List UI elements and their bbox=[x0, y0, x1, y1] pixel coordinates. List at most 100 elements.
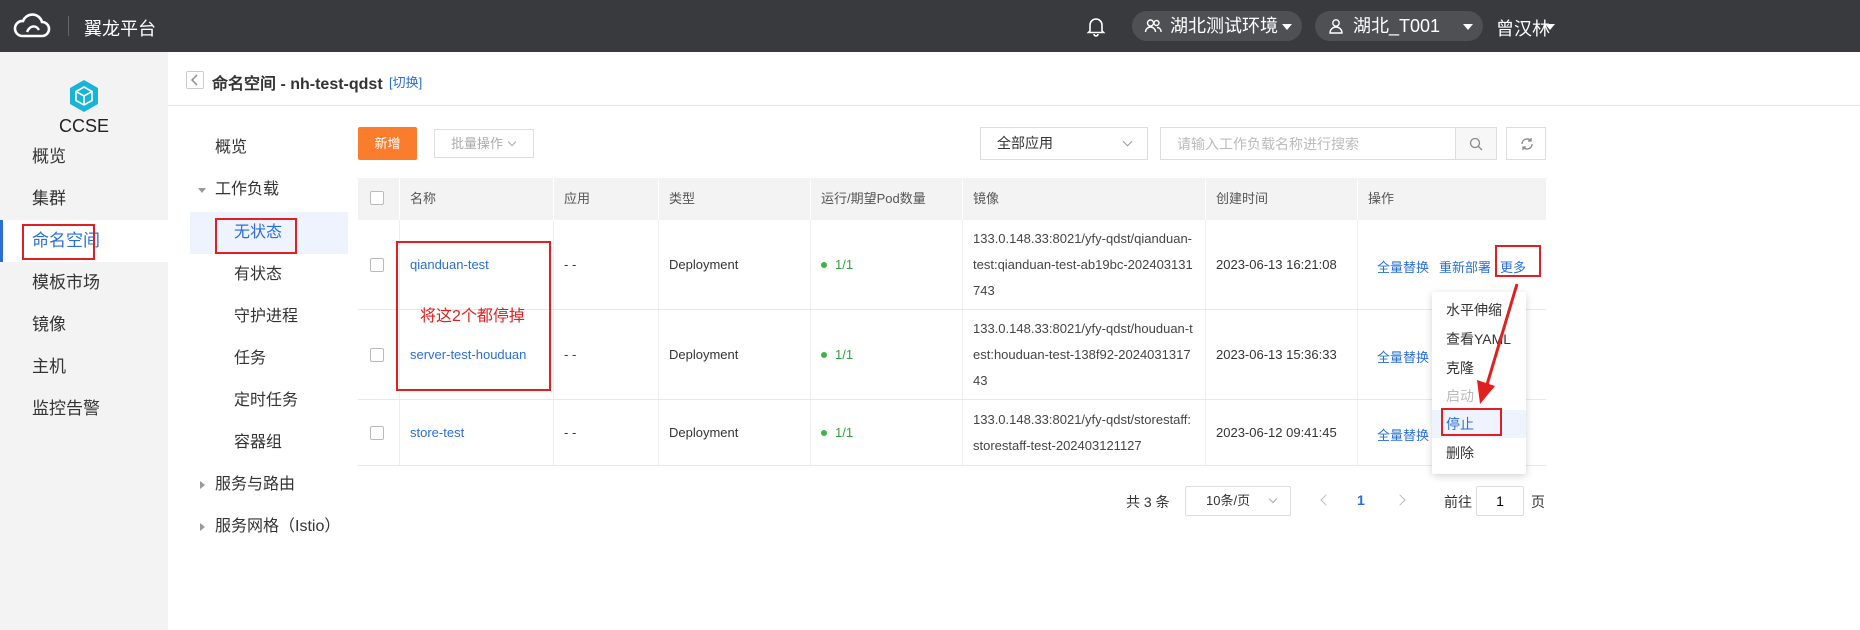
environment-label: 湖北测试环境 bbox=[1170, 16, 1278, 36]
workload-name-link[interactable]: server-test-houduan bbox=[410, 347, 526, 362]
replace-all-link[interactable]: 全量替换 bbox=[1377, 257, 1429, 276]
name-cell: qianduan-test bbox=[400, 220, 554, 309]
cloud-logo-icon bbox=[13, 13, 51, 38]
annotation-text: 将这2个都停掉 bbox=[420, 308, 525, 325]
pods-cell: 1/1 bbox=[811, 400, 963, 465]
user-caret-down-icon[interactable] bbox=[1545, 24, 1555, 30]
row-checkbox[interactable] bbox=[370, 348, 384, 362]
app-filter-value: 全部应用 bbox=[997, 135, 1053, 151]
chevron-down-icon bbox=[1268, 494, 1278, 504]
search-button[interactable] bbox=[1455, 127, 1497, 160]
subnav-service-mesh[interactable]: 服务网格（Istio） bbox=[190, 506, 348, 548]
type-cell: Deployment bbox=[659, 310, 811, 399]
sidebar-item-overview[interactable]: 概览 bbox=[0, 136, 168, 178]
search-input[interactable] bbox=[1160, 127, 1455, 160]
subnav-workload-group[interactable]: 工作负载 bbox=[190, 169, 348, 211]
created-cell: 2023-06-12 09:41:45 bbox=[1206, 400, 1358, 465]
app-cell: - - bbox=[554, 400, 659, 465]
subnav-overview[interactable]: 概览 bbox=[190, 127, 348, 169]
page-size-select[interactable]: 10条/页 bbox=[1185, 486, 1291, 516]
subnav-cronjob[interactable]: 定时任务 bbox=[190, 380, 348, 422]
menu-item-delete[interactable]: 删除 bbox=[1432, 439, 1526, 467]
table-row: qianduan-test - - Deployment 1/1 133.0.1… bbox=[358, 220, 1546, 310]
status-dot bbox=[821, 351, 827, 358]
chevron-down-icon bbox=[1122, 136, 1133, 147]
sidebar-item-image[interactable]: 镜像 bbox=[0, 304, 168, 346]
app-cell: - - bbox=[554, 220, 659, 309]
switch-namespace-link[interactable]: [切换] bbox=[389, 72, 422, 91]
subnav-service-route[interactable]: 服务与路由 bbox=[190, 464, 348, 506]
image-cell: 133.0.148.33:8021/yfy-qdst/houduan-test:… bbox=[963, 310, 1206, 399]
header-name: 名称 bbox=[400, 178, 554, 220]
ccse-logo-icon bbox=[70, 80, 98, 112]
replace-all-link[interactable]: 全量替换 bbox=[1377, 347, 1429, 366]
search-icon bbox=[1469, 137, 1483, 151]
pod-count: 1/1 bbox=[835, 425, 854, 440]
pod-count: 1/1 bbox=[835, 347, 854, 362]
platform-name: 翼龙平台 bbox=[84, 19, 156, 39]
image-cell: 133.0.148.33:8021/yfy-qdst/qianduan-test… bbox=[963, 220, 1206, 309]
subnav-pod[interactable]: 容器组 bbox=[190, 422, 348, 464]
type-cell: Deployment bbox=[659, 400, 811, 465]
users-icon bbox=[1144, 19, 1162, 33]
goto-page-input[interactable] bbox=[1476, 486, 1524, 516]
goto-unit: 页 bbox=[1531, 494, 1545, 510]
app-filter-select[interactable]: 全部应用 bbox=[980, 127, 1148, 160]
sidebar-item-cluster[interactable]: 集群 bbox=[0, 178, 168, 220]
menu-item-stop[interactable]: 停止 bbox=[1432, 410, 1526, 438]
goto-label: 前往 bbox=[1444, 494, 1472, 510]
tenant-label: 湖北_T001 bbox=[1353, 16, 1441, 36]
workload-name-link[interactable]: qianduan-test bbox=[410, 257, 489, 272]
row-checkbox[interactable] bbox=[370, 426, 384, 440]
environment-selector[interactable]: 湖北测试环境 bbox=[1132, 11, 1302, 41]
current-page[interactable]: 1 bbox=[1357, 492, 1365, 508]
bell-icon[interactable] bbox=[1085, 15, 1107, 37]
header-image: 镜像 bbox=[963, 178, 1206, 220]
replace-all-link[interactable]: 全量替换 bbox=[1377, 425, 1429, 444]
page-title: 命名空间 - nh-test-qdst bbox=[212, 76, 383, 93]
subnav-stateless[interactable]: 无状态 bbox=[190, 212, 348, 254]
redeploy-link[interactable]: 重新部署 bbox=[1439, 257, 1491, 276]
more-link[interactable]: 更多 bbox=[1500, 257, 1526, 276]
app-cell: - - bbox=[554, 310, 659, 399]
workload-name-link[interactable]: store-test bbox=[410, 425, 464, 440]
next-page-icon[interactable] bbox=[1394, 494, 1406, 506]
subnav-stateful[interactable]: 有状态 bbox=[190, 254, 348, 296]
sidebar-item-monitoring[interactable]: 监控告警 bbox=[0, 388, 168, 430]
tenant-selector[interactable]: 湖北_T001 bbox=[1315, 11, 1483, 41]
select-all-checkbox[interactable] bbox=[370, 191, 384, 205]
chevron-left-icon bbox=[191, 74, 198, 86]
add-button[interactable]: 新增 bbox=[358, 127, 417, 160]
user-icon bbox=[1329, 19, 1343, 34]
pods-cell: 1/1 bbox=[811, 310, 963, 399]
row-checkbox[interactable] bbox=[370, 258, 384, 272]
header-created: 创建时间 bbox=[1206, 178, 1358, 220]
row-select-cell bbox=[358, 400, 400, 465]
image-cell: 133.0.148.33:8021/yfy-qdst/storestaff:st… bbox=[963, 400, 1206, 465]
name-cell: store-test bbox=[400, 400, 554, 465]
created-cell: 2023-06-13 15:36:33 bbox=[1206, 310, 1358, 399]
sidebar-item-template-market[interactable]: 模板市场 bbox=[0, 262, 168, 304]
prev-page-icon[interactable] bbox=[1320, 494, 1332, 506]
row-select-cell bbox=[358, 220, 400, 309]
table-row: store-test - - Deployment 1/1 133.0.148.… bbox=[358, 400, 1546, 466]
created-cell: 2023-06-13 16:21:08 bbox=[1206, 220, 1358, 309]
top-bar: 翼龙平台 湖北测试环境 湖北_T001 曾汉林 bbox=[0, 0, 1860, 52]
type-cell: Deployment bbox=[659, 220, 811, 309]
back-button[interactable] bbox=[186, 71, 204, 89]
sidebar-item-host[interactable]: 主机 bbox=[0, 346, 168, 388]
sidebar-item-namespace[interactable]: 命名空间 bbox=[0, 220, 168, 262]
pods-cell: 1/1 bbox=[811, 220, 963, 309]
subnav-job[interactable]: 任务 bbox=[190, 338, 348, 380]
batch-operation-button[interactable]: 批量操作 bbox=[434, 129, 534, 158]
brand-divider bbox=[68, 16, 69, 36]
annotation-arrow-icon bbox=[1477, 283, 1519, 404]
status-dot bbox=[821, 429, 827, 436]
refresh-icon bbox=[1521, 138, 1533, 150]
status-dot bbox=[821, 261, 827, 268]
user-menu[interactable]: 曾汉林 bbox=[1496, 15, 1550, 41]
header-app: 应用 bbox=[554, 178, 659, 220]
subnav-daemonset[interactable]: 守护进程 bbox=[190, 296, 348, 338]
refresh-button[interactable] bbox=[1506, 127, 1546, 160]
row-select-cell bbox=[358, 310, 400, 399]
